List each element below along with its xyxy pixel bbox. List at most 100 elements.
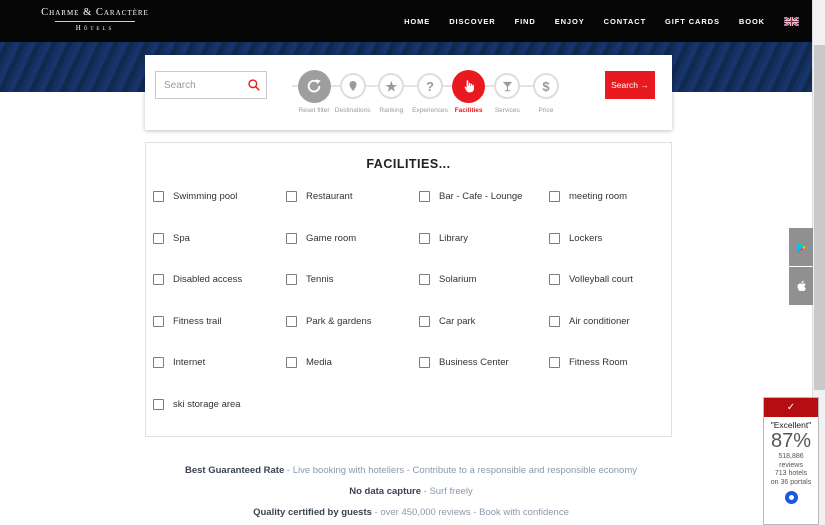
facility-label: Car park [439, 316, 475, 327]
facility-checkbox[interactable] [419, 316, 430, 327]
nav-item-discover[interactable]: DISCOVER [449, 17, 495, 26]
facility-game-room[interactable]: Game room [286, 233, 419, 244]
facility-checkbox[interactable] [286, 233, 297, 244]
facility-label: Volleyball court [569, 274, 633, 285]
review-rating-widget[interactable]: ✓ "Excellent" 87% 518,886 reviews 713 ho… [763, 397, 819, 525]
facility-checkbox[interactable] [153, 399, 164, 410]
facility-tennis[interactable]: Tennis [286, 274, 419, 285]
facility-checkbox[interactable] [153, 357, 164, 368]
hand-pointer-icon [461, 79, 476, 94]
facility-checkbox[interactable] [153, 233, 164, 244]
nav-item-enjoy[interactable]: ENJOY [555, 17, 585, 26]
step-label: Facilities [455, 107, 483, 114]
facility-checkbox[interactable] [153, 274, 164, 285]
footer-line-3: Quality certified by guests - over 450,0… [0, 507, 822, 518]
search-button[interactable]: Search → [605, 71, 655, 99]
facility-internet[interactable]: Internet [153, 357, 286, 368]
facility-checkbox[interactable] [549, 233, 560, 244]
nav-item-gift-cards[interactable]: GIFT CARDS [665, 17, 720, 26]
google-play-icon [794, 240, 808, 255]
facility-checkbox[interactable] [286, 316, 297, 327]
dollar-icon: $ [542, 80, 549, 93]
step-reset-filter[interactable]: Reset filter [295, 69, 333, 114]
facility-business-center[interactable]: Business Center [419, 357, 549, 368]
footer-line-rest: - Surf freely [421, 486, 473, 497]
facility-label: Game room [306, 233, 356, 244]
facility-checkbox[interactable] [286, 191, 297, 202]
facility-label: Tennis [306, 274, 333, 285]
facility-checkbox[interactable] [549, 316, 560, 327]
page: Charme & Caractère Hôtels HOME DISCOVER … [0, 0, 825, 525]
facility-media[interactable]: Media [286, 357, 419, 368]
facilities-title: FACILITIES... [146, 157, 671, 171]
facility-checkbox[interactable] [549, 357, 560, 368]
facility-lockers[interactable]: Lockers [549, 233, 673, 244]
search-stepper: Reset filter Destinations ★ Ranking ? [295, 69, 565, 114]
facility-fitness-trail[interactable]: Fitness trail [153, 316, 286, 327]
facility-fitness-room[interactable]: Fitness Room [549, 357, 673, 368]
facility-restaurant[interactable]: Restaurant [286, 191, 419, 202]
step-label: Experiences [412, 107, 448, 114]
map-pin-icon [347, 80, 359, 92]
footer-line-2: No data capture - Surf freely [0, 486, 822, 497]
facility-library[interactable]: Library [419, 233, 549, 244]
nav-item-contact[interactable]: CONTACT [604, 17, 646, 26]
facility-car-park[interactable]: Car park [419, 316, 549, 327]
facility-label: Disabled access [173, 274, 242, 285]
facilities-panel: FACILITIES... Swimming pool Restaurant B… [145, 142, 672, 437]
facility-disabled-access[interactable]: Disabled access [153, 274, 286, 285]
facility-checkbox[interactable] [153, 316, 164, 327]
facility-label: Park & gardens [306, 316, 371, 327]
nav-item-home[interactable]: HOME [404, 17, 430, 26]
step-experiences[interactable]: ? Experiences [411, 69, 449, 114]
uk-flag-icon[interactable] [784, 17, 799, 26]
facility-checkbox[interactable] [419, 357, 430, 368]
facility-checkbox[interactable] [286, 274, 297, 285]
step-label: Services [495, 107, 520, 114]
facility-ski-storage-area[interactable]: ski storage area [153, 399, 286, 410]
facility-bar-cafe-lounge[interactable]: Bar - Cafe - Lounge [419, 191, 549, 202]
facility-checkbox[interactable] [153, 191, 164, 202]
facility-swimming-pool[interactable]: Swimming pool [153, 191, 286, 202]
facility-checkbox[interactable] [419, 274, 430, 285]
review-hotels: 713 hotels [764, 470, 818, 479]
facility-air-conditioner[interactable]: Air conditioner [549, 316, 673, 327]
facility-label: Bar - Cafe - Lounge [439, 191, 522, 202]
nav-item-book[interactable]: BOOK [739, 17, 765, 26]
apple-store-badge[interactable] [789, 267, 813, 305]
logo-divider [55, 21, 135, 22]
facility-label: Restaurant [306, 191, 352, 202]
footer-line-bold: No data capture [349, 486, 421, 497]
review-provider-logo-icon [785, 491, 798, 504]
facility-meeting-room[interactable]: meeting room [549, 191, 673, 202]
scrollbar-thumb[interactable] [814, 45, 825, 390]
facility-label: Spa [173, 233, 190, 244]
facility-volleyball-court[interactable]: Volleyball court [549, 274, 673, 285]
nav-item-find[interactable]: FIND [515, 17, 536, 26]
facility-label: Lockers [569, 233, 602, 244]
facility-solarium[interactable]: Solarium [419, 274, 549, 285]
facility-label: Solarium [439, 274, 477, 285]
step-facilities[interactable]: Facilities [450, 69, 488, 114]
facility-checkbox[interactable] [419, 191, 430, 202]
review-portals: on 36 portals [764, 479, 818, 488]
facility-checkbox[interactable] [286, 357, 297, 368]
step-label: Destinations [335, 107, 371, 114]
footer-line-1: Best Guaranteed Rate - Live booking with… [0, 465, 822, 476]
facility-checkbox[interactable] [419, 233, 430, 244]
step-ranking[interactable]: ★ Ranking [372, 69, 410, 114]
footer-line-bold: Best Guaranteed Rate [185, 465, 284, 476]
facility-checkbox[interactable] [549, 274, 560, 285]
brand-logo[interactable]: Charme & Caractère Hôtels [36, 7, 154, 32]
step-label: Ranking [379, 107, 403, 114]
facility-spa[interactable]: Spa [153, 233, 286, 244]
google-play-badge[interactable] [789, 228, 813, 266]
logo-title: Charme & Caractère [36, 7, 154, 18]
facility-label: Internet [173, 357, 205, 368]
facility-checkbox[interactable] [549, 191, 560, 202]
step-services[interactable]: Services [488, 69, 526, 114]
step-price[interactable]: $ Price [527, 69, 565, 114]
step-destinations[interactable]: Destinations [334, 69, 372, 114]
review-count-label: reviews [764, 462, 818, 471]
facility-park-gardens[interactable]: Park & gardens [286, 316, 419, 327]
